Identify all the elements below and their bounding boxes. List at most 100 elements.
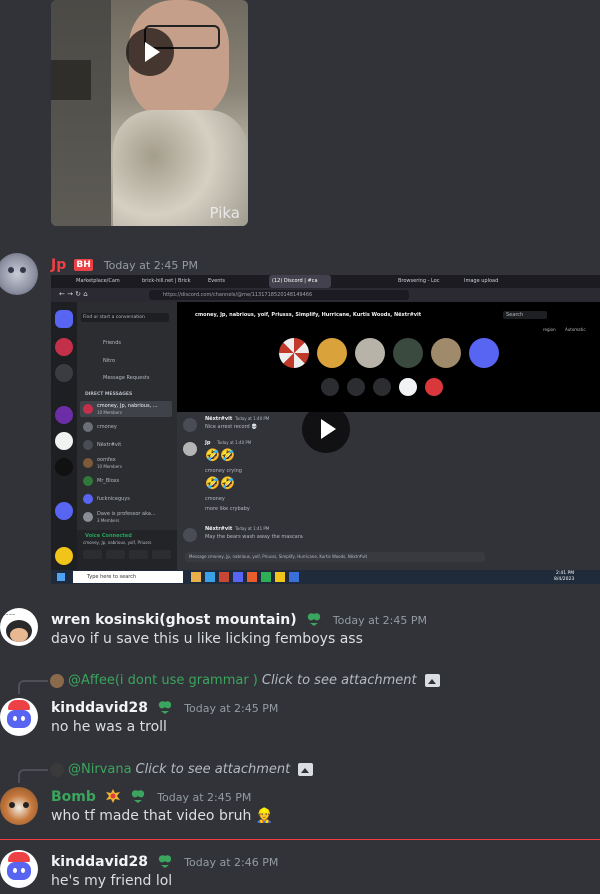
explosion-badge-icon	[106, 789, 120, 803]
screenshare-button[interactable]	[373, 378, 391, 396]
chat-line: May the bears wash away the mascara	[205, 534, 303, 540]
message-text: no he was a troll	[51, 719, 167, 735]
author-name[interactable]: Bomb	[51, 789, 96, 805]
disconnect-button[interactable]	[425, 378, 443, 396]
timestamp: Today at 2:45 PM	[103, 259, 199, 272]
browser-tab-active[interactable]: (12) Discord | #ca	[269, 275, 331, 288]
nav-arrows-icon[interactable]: ← → ↻ ⌂	[59, 290, 88, 298]
activity-button[interactable]	[347, 378, 365, 396]
taskbar-apps[interactable]	[191, 572, 299, 582]
message-kinddavid: kinddavid28 Today at 2:46 PM he's my fri…	[0, 848, 600, 894]
region-label: region	[543, 327, 556, 332]
server-icon[interactable]	[55, 502, 73, 520]
chat-line: cmoney crying	[205, 468, 242, 474]
participant-avatar	[431, 338, 461, 368]
server-icon[interactable]	[55, 432, 73, 450]
dm-name: fuckniceguys	[97, 496, 130, 502]
browser-tab[interactable]: brick-hill.net | Brick	[139, 275, 203, 288]
nav-nitro[interactable]: Nitro	[103, 358, 115, 364]
server-icon[interactable]	[55, 406, 73, 424]
discord-home-icon[interactable]	[55, 310, 73, 328]
leaf-badge-icon	[131, 790, 145, 803]
dm-item[interactable]: oomfex 10 Members	[80, 456, 172, 470]
clock-time: 2:41 PM	[556, 571, 575, 576]
participant-avatar	[279, 338, 309, 368]
server-icon[interactable]	[55, 364, 73, 382]
timestamp: Today at 2:45 PM	[184, 702, 279, 715]
taskbar-search[interactable]: Type here to search	[73, 571, 183, 583]
start-icon[interactable]	[57, 573, 65, 581]
browser-tab[interactable]: Marketplace/Cam	[73, 275, 137, 288]
find-conversation-input[interactable]: Find or start a conversation	[81, 313, 169, 322]
reply-mention[interactable]: @Nirvana	[68, 762, 132, 777]
avatar[interactable]	[0, 698, 38, 736]
avatar[interactable]	[0, 850, 38, 888]
search-box[interactable]: Search	[503, 311, 547, 319]
url-text: https://discord.com/channels/@me/1131718…	[163, 292, 313, 298]
dm-item[interactable]: fuckniceguys	[80, 492, 172, 506]
participant-avatar	[355, 338, 385, 368]
screenshot-chat: Nëxtr#vit Today at 1:40 PM Nice arrest r…	[177, 412, 600, 570]
chat-time: Today at 1:41 PM	[235, 526, 270, 531]
new-messages-divider	[0, 839, 600, 840]
dm-name: Mr_Bloxs	[97, 478, 120, 484]
reply-mention[interactable]: @Affee(i dont use grammar )	[68, 673, 258, 688]
chat-author: Jp	[205, 440, 211, 446]
reply-preview[interactable]: @Affee(i dont use grammar ) Click to see…	[50, 673, 440, 688]
play-button[interactable]	[126, 28, 174, 76]
nav-message-requests[interactable]: Message Requests	[103, 375, 149, 381]
windows-taskbar: Type here to search 2:41 PM 8/4/2023	[51, 570, 600, 584]
reply-preview[interactable]: @Nirvana Click to see attachment	[50, 762, 314, 777]
chat-line: cmoney	[205, 496, 225, 502]
dm-item-active[interactable]: cmoney, Jp, nabrious, ... 10 Members	[80, 401, 172, 417]
dm-item[interactable]: cmoney	[80, 420, 172, 434]
message-text: davo if u save this u like licking fembo…	[51, 631, 363, 647]
avatar[interactable]	[0, 253, 38, 295]
author-name[interactable]: kinddavid28	[51, 854, 148, 870]
url-bar[interactable]: https://discord.com/channels/@me/1131718…	[149, 290, 409, 300]
reply-connector	[18, 680, 48, 694]
server-icon[interactable]	[55, 547, 73, 565]
dm-name: cmoney, Jp, nabrious, ...	[97, 403, 158, 409]
play-button[interactable]	[302, 405, 350, 453]
dm-item[interactable]: Mr_Bloxs	[80, 474, 172, 488]
avatar[interactable]: ~~~~	[0, 608, 38, 646]
voice-status: Voice Connected	[85, 533, 132, 539]
author-name[interactable]: Jp	[51, 257, 66, 273]
reply-connector	[18, 769, 48, 783]
avatar[interactable]	[0, 787, 38, 825]
author-name[interactable]: wren kosinski(ghost mountain)	[51, 612, 297, 628]
call-area: cmoney, Jp, nabrious, yoif, Priusss, Sim…	[177, 302, 600, 412]
reply-note[interactable]: Click to see attachment	[136, 762, 291, 777]
author-name[interactable]: kinddavid28	[51, 700, 148, 716]
mute-button[interactable]	[399, 378, 417, 396]
server-rail	[51, 302, 77, 570]
camera-button[interactable]	[321, 378, 339, 396]
browser-tab[interactable]: Events	[205, 275, 267, 288]
participant-avatar	[393, 338, 423, 368]
dm-item[interactable]: Dave is professor aka... 3 Members	[80, 510, 172, 524]
dm-item[interactable]: Nëxtr#vit	[80, 438, 172, 452]
dm-name: Nëxtr#vit	[97, 442, 122, 448]
voice-panel: Voice Connected cmoney, Jp, nabrious, yo…	[77, 530, 177, 570]
browser-tab[interactable]: Browsering - Loc	[395, 275, 459, 288]
screenshot-attachment[interactable]: Marketplace/Cam brick-hill.net | Brick E…	[51, 275, 600, 584]
message-text: who tf made that video bruh 👷	[51, 808, 274, 824]
server-icon[interactable]	[55, 458, 73, 476]
voice-buttons[interactable]	[83, 550, 171, 559]
chat-input[interactable]: Message cmoney, Jp, nabrious, yoif, Priu…	[185, 552, 485, 562]
video-attachment-top[interactable]: Pika	[51, 0, 248, 226]
region-value[interactable]: Automatic	[565, 327, 586, 332]
timestamp: Today at 2:46 PM	[184, 856, 279, 869]
server-icon[interactable]	[55, 338, 73, 356]
nav-friends[interactable]: Friends	[103, 340, 121, 346]
chat-line: 🤣🤣	[205, 476, 235, 490]
browser-tab[interactable]: Image upload	[461, 275, 525, 288]
chat-line: Nice arrest record 💀	[205, 424, 258, 430]
dm-header: DIRECT MESSAGES	[85, 392, 133, 397]
video-watermark: Pika	[209, 204, 241, 222]
message-jp: Jp BH Today at 2:45 PM Marketplace/Cam b…	[0, 245, 600, 595]
timestamp: Today at 2:45 PM	[332, 614, 427, 627]
reply-avatar	[50, 762, 64, 777]
reply-note[interactable]: Click to see attachment	[262, 673, 417, 688]
